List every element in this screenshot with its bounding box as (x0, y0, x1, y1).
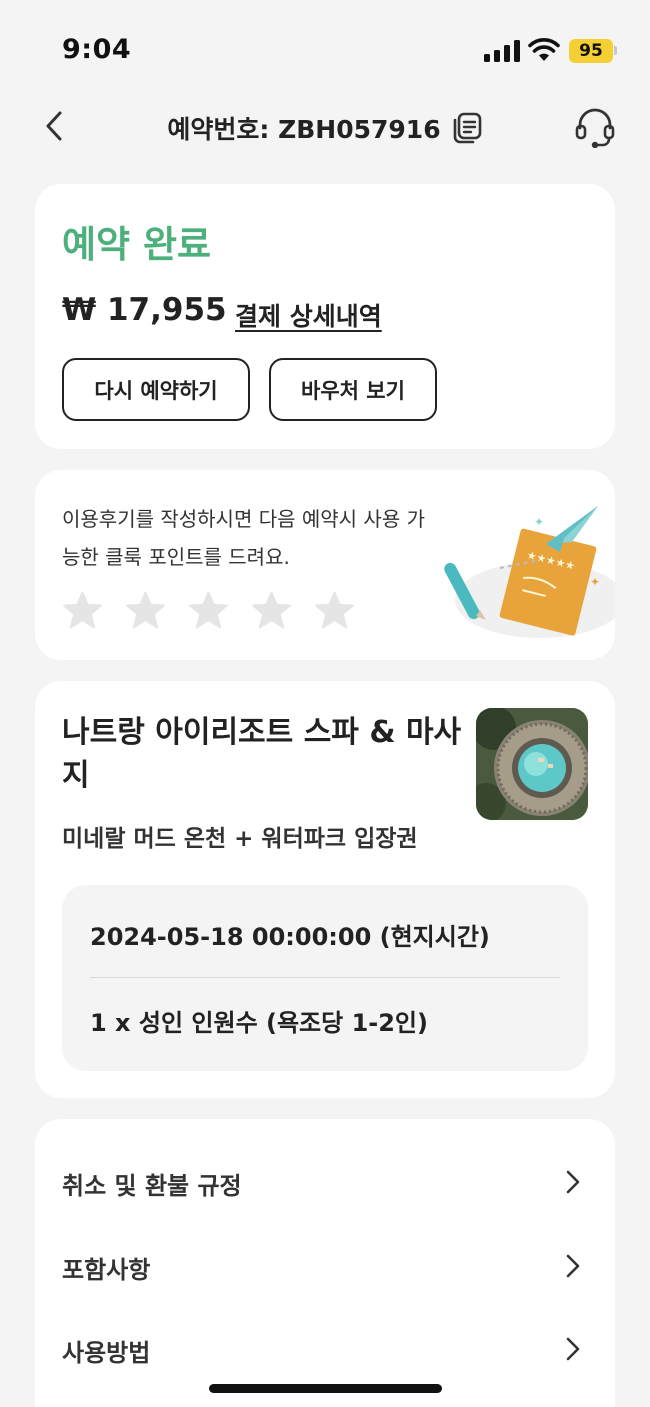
svg-text:✦: ✦ (590, 575, 600, 589)
product-thumbnail[interactable] (476, 708, 588, 820)
star-icon[interactable] (251, 590, 292, 630)
star-icon[interactable] (62, 590, 103, 630)
star-rating[interactable] (62, 590, 355, 630)
booking-quantity: 1 x 성인 인원수 (욕조당 1-2인) (90, 1009, 428, 1037)
star-icon[interactable] (188, 590, 229, 630)
wifi-icon (528, 38, 560, 61)
review-prompt-card: 이용후기를 작성하시면 다음 예약시 사용 가능한 클룩 포인트를 드려요. ★… (35, 470, 615, 660)
battery-nub (614, 46, 617, 55)
booking-detail-box: 2024-05-18 00:00:00 (현지시간) 1 x 성인 인원수 (욕… (62, 885, 588, 1071)
menu-item-label: 취소 및 환불 규정 (62, 1172, 242, 1200)
battery-icon: 95 (569, 39, 613, 63)
product-card: 나트랑 아이리조트 스파 & 마사지 미네랄 머드 온천 + 워터파크 입장권 … (35, 681, 615, 1098)
payment-detail-link[interactable]: 결제 상세내역 (235, 297, 382, 333)
copy-button[interactable] (451, 112, 483, 144)
booking-number-title: 예약번호: ZBH057916 (167, 115, 441, 144)
cellular-signal-icon (484, 40, 520, 62)
menu-item-label: 포함사항 (62, 1256, 151, 1284)
view-voucher-button[interactable]: 바우처 보기 (269, 358, 437, 421)
booking-date: 2024-05-18 00:00:00 (현지시간) (90, 923, 490, 951)
menu-item-cancellation-policy[interactable]: 취소 및 환불 규정 (35, 1140, 615, 1224)
customer-support-button[interactable] (572, 104, 618, 150)
home-indicator[interactable] (209, 1384, 442, 1393)
review-prompt-text: 이용후기를 작성하시면 다음 예약시 사용 가능한 클룩 포인트를 드려요. (62, 507, 425, 569)
svg-text:✦: ✦ (534, 515, 544, 529)
booking-status-card: 예약 완료 ₩ 17,955 결제 상세내역 다시 예약하기 바우처 보기 (35, 184, 615, 449)
star-icon[interactable] (125, 590, 166, 630)
status-bar: 9:04 95 (0, 0, 650, 100)
headset-icon (575, 108, 615, 148)
product-option: 미네랄 머드 온천 + 워터파크 입장권 (62, 826, 418, 852)
app-header: 예약번호: ZBH057916 (0, 100, 650, 152)
rebook-button[interactable]: 다시 예약하기 (62, 358, 250, 421)
review-illustration: ★★★★★ ✦ ✦ (444, 506, 615, 638)
total-price: ₩ 17,955 (62, 292, 227, 328)
detail-divider (90, 977, 560, 978)
copy-icon (453, 112, 481, 144)
chevron-right-icon (566, 1254, 580, 1278)
chevron-right-icon (566, 1170, 580, 1194)
header-title-container: 예약번호: ZBH057916 (0, 110, 650, 146)
star-icon[interactable] (314, 590, 355, 630)
menu-item-label: 사용방법 (62, 1339, 151, 1367)
info-menu-card: 취소 및 환불 규정 포함사항 사용방법 (35, 1119, 615, 1407)
chevron-right-icon (566, 1337, 580, 1361)
product-name[interactable]: 나트랑 아이리조트 스파 & 마사지 (62, 711, 462, 797)
status-time: 9:04 (62, 34, 132, 65)
menu-item-how-to-use[interactable]: 사용방법 (35, 1307, 615, 1391)
menu-item-inclusions[interactable]: 포함사항 (35, 1224, 615, 1308)
booking-status-title: 예약 완료 (62, 223, 212, 266)
